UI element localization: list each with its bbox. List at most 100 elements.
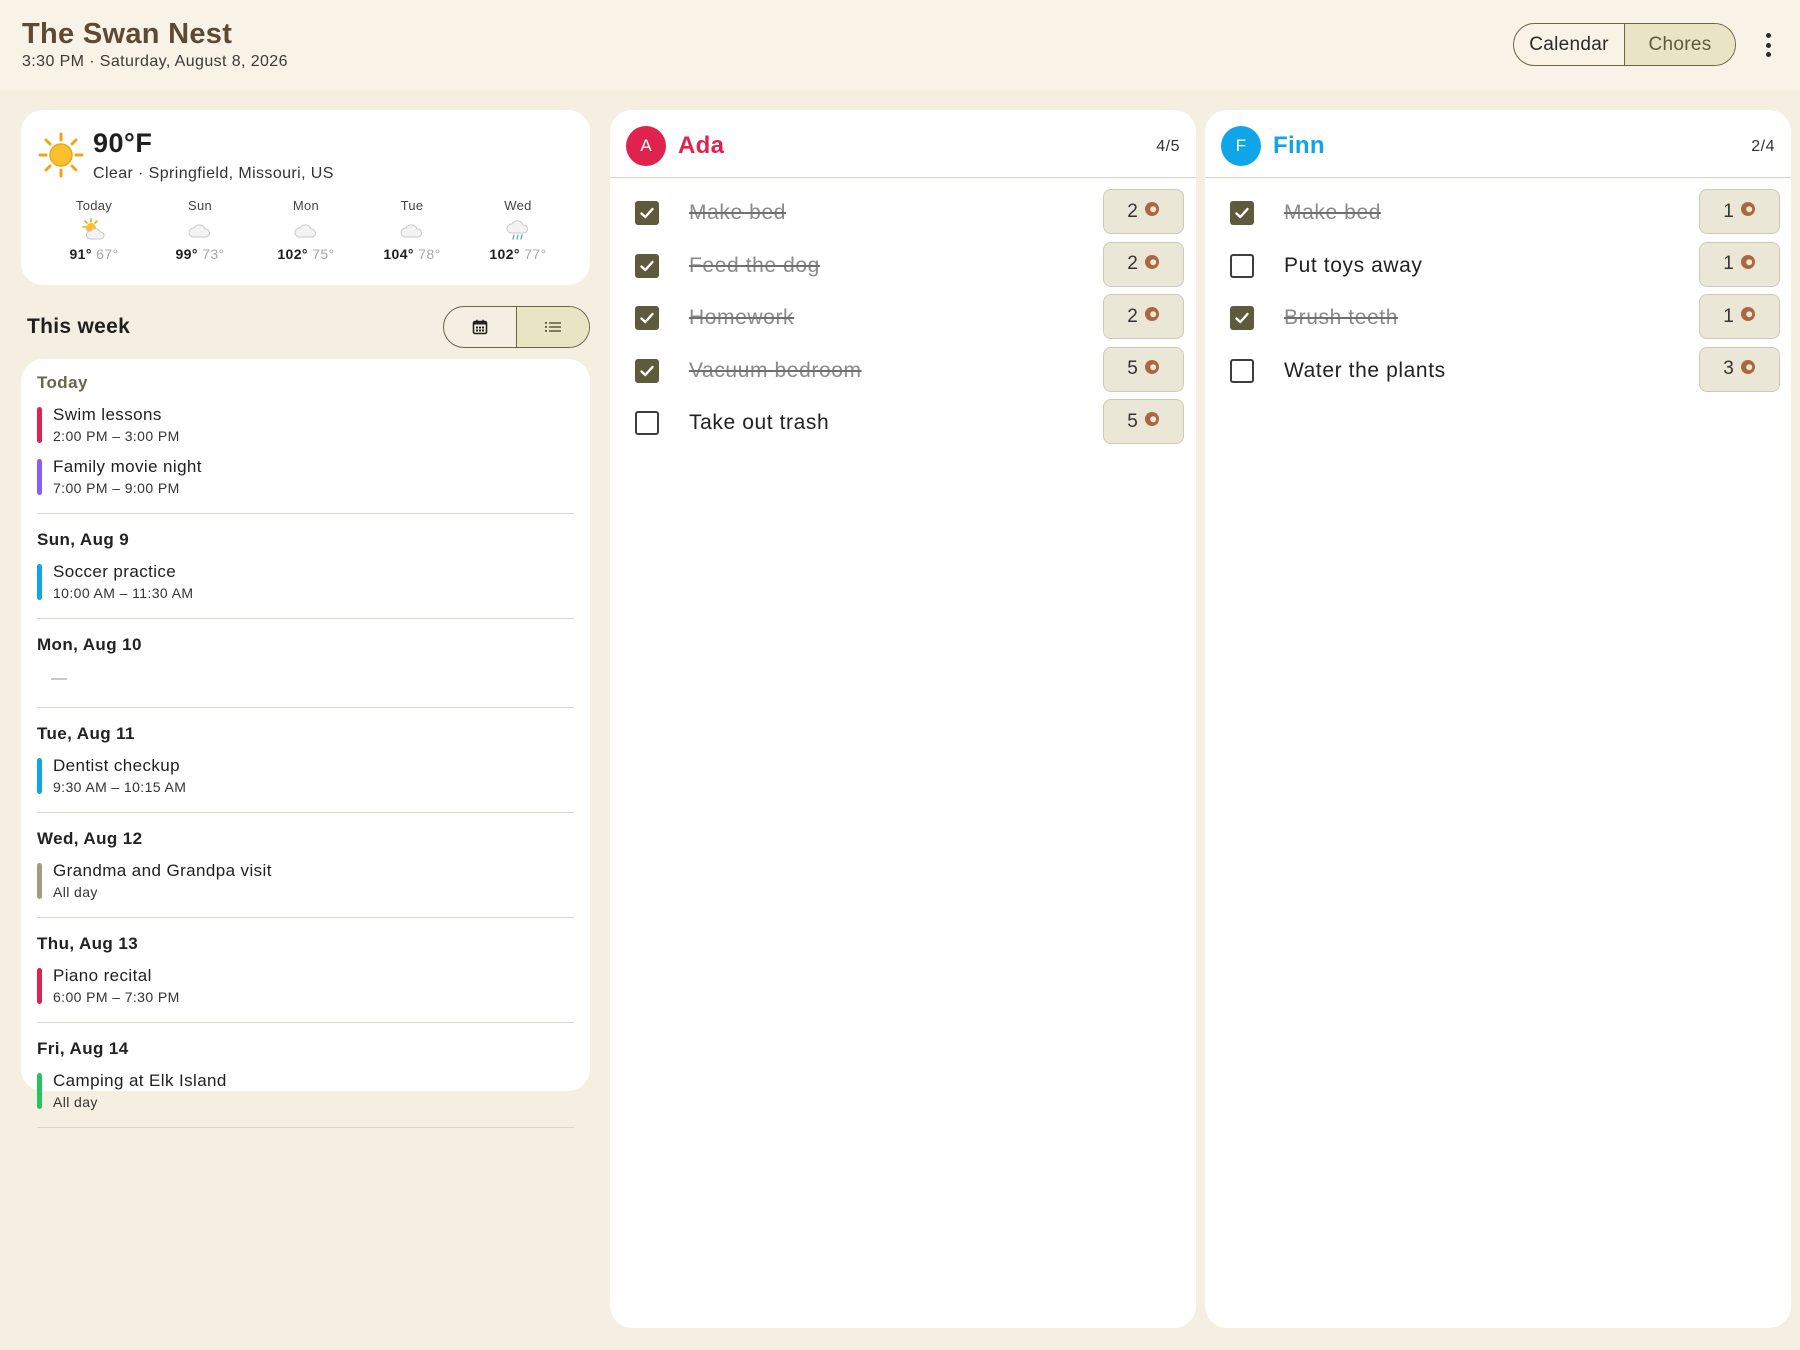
- points-icon: [1144, 254, 1160, 275]
- event-item[interactable]: Piano recital 6:00 PM – 7:30 PM: [37, 964, 574, 1012]
- points-badge[interactable]: 3: [1699, 346, 1780, 392]
- chore-label: Water the plants: [1284, 358, 1446, 382]
- list-view-button[interactable]: [516, 307, 589, 347]
- points-icon: [1740, 254, 1756, 275]
- forecast-high: 104°: [383, 246, 414, 262]
- chore-item[interactable]: Feed the dog 2: [610, 241, 1196, 295]
- agenda-day: Tue, Aug 11 Dentist checkup 9:30 AM – 10…: [37, 722, 574, 813]
- event-name: Soccer practice: [53, 562, 177, 581]
- calendar-grid-view-button[interactable]: [444, 307, 516, 347]
- more-options-icon[interactable]: [1758, 30, 1778, 60]
- forecast-temps: 91° 67°: [41, 246, 147, 262]
- chore-label: Take out trash: [689, 411, 830, 434]
- chore-checkbox[interactable]: [1230, 306, 1254, 330]
- points-value: 2: [1127, 200, 1138, 222]
- event-item[interactable]: Soccer practice 10:00 AM – 11:30 AM: [37, 560, 574, 608]
- forecast-day-name: Mon: [292, 198, 320, 213]
- event-item[interactable]: Swim lessons 2:00 PM – 3:00 PM: [37, 403, 574, 451]
- chore-list: Make bed 2 Feed the dog 2 Homework 2 Vac…: [610, 189, 1196, 452]
- points-badge[interactable]: 1: [1699, 189, 1780, 234]
- points-badge[interactable]: 2: [1103, 189, 1184, 234]
- points-badge[interactable]: 2: [1103, 241, 1184, 287]
- forecast-day: Mon 102° 75°: [253, 198, 359, 262]
- chore-checkbox[interactable]: [1230, 358, 1254, 383]
- chore-item[interactable]: Make bed 2: [610, 189, 1196, 242]
- event-item[interactable]: Grandma and Grandpa visit All day: [37, 859, 574, 907]
- chore-item[interactable]: Homework 2: [610, 294, 1196, 347]
- event-name: Piano recital: [53, 966, 152, 985]
- partly-sunny-icon: [41, 216, 147, 244]
- forecast-temps: 102° 77°: [465, 246, 571, 262]
- points-badge[interactable]: 1: [1699, 241, 1780, 287]
- chore-checkbox[interactable]: [635, 411, 659, 435]
- chore-item[interactable]: Vacuum bedroom 5: [610, 346, 1196, 400]
- points-badge[interactable]: 1: [1699, 294, 1780, 339]
- rain-cloud-icon: [465, 216, 571, 244]
- cloud-icon: [359, 216, 465, 244]
- chore-checkbox[interactable]: [1230, 253, 1254, 278]
- chore-checkbox[interactable]: [635, 201, 659, 225]
- event-time: 2:00 PM – 3:00 PM: [53, 428, 180, 444]
- forecast-day-name: Wed: [504, 198, 532, 213]
- chore-list: Make bed 1 Put toys away 1 Brush teeth 1…: [1205, 189, 1791, 399]
- points-badge[interactable]: 5: [1103, 399, 1184, 444]
- forecast-temps: 104° 78°: [359, 246, 465, 262]
- chore-checkbox[interactable]: [1230, 201, 1254, 225]
- event-time: 6:00 PM – 7:30 PM: [53, 989, 180, 1005]
- event-name: Camping at Elk Island: [53, 1071, 227, 1090]
- points-value: 1: [1723, 200, 1734, 222]
- chore-checkbox[interactable]: [635, 358, 659, 383]
- chore-label: Put toys away: [1284, 253, 1423, 277]
- day-label: Thu, Aug 13: [37, 934, 139, 953]
- points-value: 3: [1723, 358, 1734, 379]
- member-card-finn: F Finn 2/4 Make bed 1 Put toys away 1 Br…: [1205, 110, 1791, 1328]
- points-icon: [1740, 306, 1756, 327]
- chore-item[interactable]: Brush teeth 1: [1205, 294, 1791, 347]
- forecast-low: 77°: [524, 246, 547, 262]
- event-item[interactable]: Camping at Elk Island All day: [37, 1069, 574, 1117]
- event-color-bar: [37, 1073, 42, 1109]
- forecast-low: 78°: [418, 246, 441, 262]
- chores-view-button[interactable]: Chores: [1624, 24, 1735, 65]
- chore-item[interactable]: Water the plants 3: [1205, 346, 1791, 400]
- event-color-bar: [37, 564, 42, 600]
- points-badge[interactable]: 2: [1103, 294, 1184, 339]
- avatar: A: [626, 126, 666, 166]
- forecast-day-name: Today: [75, 198, 113, 213]
- dot: [1765, 52, 1771, 57]
- forecast-day: Today 91° 67°: [41, 198, 147, 262]
- event-item[interactable]: Family movie night 7:00 PM – 9:00 PM: [37, 455, 574, 503]
- chore-progress-count: 2/4: [1751, 138, 1775, 155]
- chore-label: Make bed: [1284, 201, 1382, 224]
- avatar: F: [1221, 126, 1261, 166]
- event-time: All day: [53, 884, 98, 900]
- forecast-high: 99°: [175, 246, 198, 262]
- points-value: 1: [1723, 305, 1734, 327]
- dot: [1765, 42, 1771, 48]
- day-label: Fri, Aug 14: [37, 1039, 129, 1058]
- list-icon: [545, 322, 561, 332]
- chore-checkbox[interactable]: [635, 253, 659, 278]
- day-label: Wed, Aug 12: [37, 829, 143, 848]
- member-header: F Finn 2/4: [1205, 110, 1791, 178]
- chore-label: Feed the dog: [689, 253, 820, 277]
- calendar-view-button[interactable]: Calendar: [1514, 24, 1624, 65]
- points-badge[interactable]: 5: [1103, 346, 1184, 392]
- event-item[interactable]: Dentist checkup 9:30 AM – 10:15 AM: [37, 754, 574, 802]
- week-agenda: Today Swim lessons 2:00 PM – 3:00 PM Fam…: [21, 359, 590, 1128]
- chore-checkbox[interactable]: [635, 306, 659, 330]
- chore-item[interactable]: Take out trash 5: [610, 399, 1196, 452]
- event-color-bar: [37, 968, 42, 1004]
- chore-item[interactable]: Make bed 1: [1205, 189, 1791, 242]
- chore-item[interactable]: Put toys away 1: [1205, 241, 1791, 295]
- forecast-low: 75°: [312, 246, 335, 262]
- current-datetime: 3:30 PM · Saturday, August 8, 2026: [22, 53, 288, 70]
- app-title: The Swan Nest: [22, 18, 233, 50]
- points-value: 2: [1127, 253, 1138, 274]
- points-icon: [1144, 306, 1160, 327]
- forecast-low: 67°: [96, 246, 119, 262]
- points-value: 5: [1127, 410, 1138, 432]
- member-card-ada: A Ada 4/5 Make bed 2 Feed the dog 2 Home…: [610, 110, 1196, 1328]
- points-icon: [1740, 201, 1756, 222]
- forecast-high: 102°: [277, 246, 308, 262]
